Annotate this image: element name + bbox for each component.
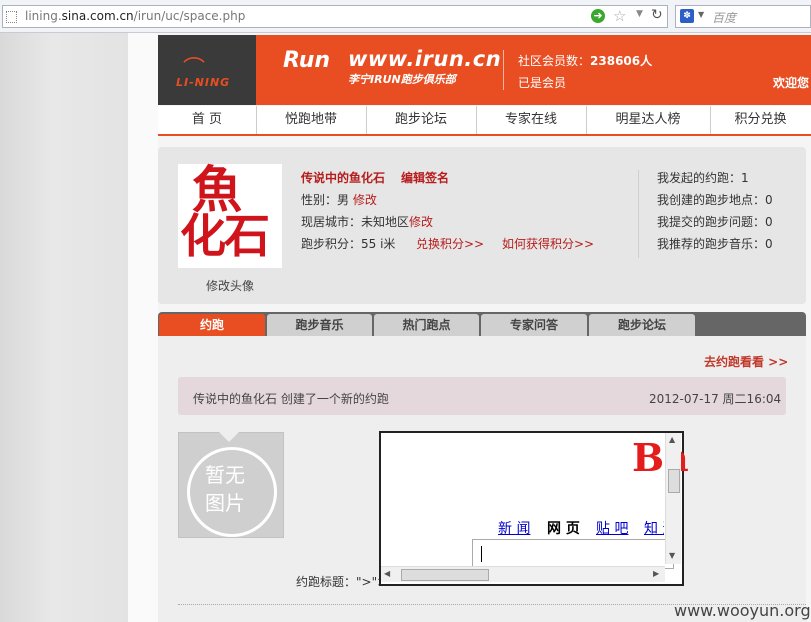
iframe-search-input[interactable] xyxy=(472,539,674,569)
gender-line: 性别：男 修改 xyxy=(301,193,377,207)
no-image-text-2: 图片 xyxy=(205,491,245,515)
stat-places-created[interactable]: 我创建的跑步地点：0 xyxy=(657,191,773,208)
iframe-link-zhidao[interactable]: 知 道 xyxy=(644,518,664,538)
avatar[interactable]: 魚 化石 xyxy=(178,162,282,268)
iframe-link-tieba[interactable]: 贴 吧 xyxy=(596,518,628,538)
no-image-placeholder: 暂无 图片 xyxy=(178,432,284,538)
iframe-link-web[interactable]: 网 页 xyxy=(547,518,580,538)
tab-meet-run[interactable]: 约跑 xyxy=(159,314,265,336)
search-placeholder[interactable]: 百度 xyxy=(712,9,736,26)
stat-music-recommended[interactable]: 我推荐的跑步音乐：0 xyxy=(657,235,773,252)
no-image-text-1: 暂无 xyxy=(205,463,245,487)
nav-experts[interactable]: 专家在线 xyxy=(476,106,587,134)
profile-divider xyxy=(638,170,639,258)
address-bar[interactable]: lining.sina.com.cn/irun/uc/space.php ➜ ☆… xyxy=(2,5,668,28)
nav-points-exchange[interactable]: 积分兑换 xyxy=(710,106,811,134)
main-nav: 首 页 悦跑地带 跑步论坛 专家在线 明星达人榜 积分兑换 xyxy=(158,106,811,136)
url-domain: sina.com.cn xyxy=(61,9,134,23)
score-line: 跑步积分：55 i米 xyxy=(301,237,396,251)
scroll-up-icon[interactable]: ▲ xyxy=(669,435,675,444)
scroll-down-icon[interactable]: ▼ xyxy=(669,551,675,560)
page-background xyxy=(0,33,130,622)
embedded-iframe[interactable]: Ba 新 闻 网 页 贴 吧 知 道 ▲ ▼ ◀ ▶ xyxy=(379,431,689,586)
tab-run-forum[interactable]: 跑步论坛 xyxy=(589,314,695,336)
iframe-horizontal-scrollbar[interactable]: ◀ ▶ xyxy=(381,566,665,582)
iframe-vertical-scrollbar[interactable]: ▲ ▼ xyxy=(665,433,681,564)
city-line: 现居城市：未知地区修改 xyxy=(301,215,434,229)
irun-logo-text[interactable]: Run xyxy=(283,48,330,73)
exchange-points-link[interactable]: 兑换积分>> xyxy=(416,235,484,252)
lining-logo-text: LI-NING xyxy=(176,76,231,89)
tab-expert-qa[interactable]: 专家问答 xyxy=(481,314,587,336)
page-margin xyxy=(128,33,158,622)
iframe-link-news[interactable]: 新 闻 xyxy=(498,518,530,538)
bookmark-star-icon[interactable]: ☆ xyxy=(613,7,626,25)
url-dropdown-icon[interactable]: ▼ xyxy=(636,9,643,19)
tab-run-music[interactable]: 跑步音乐 xyxy=(267,314,372,336)
scroll-left-icon[interactable]: ◀ xyxy=(384,569,390,578)
irun-subtitle: 李宁IRUN跑步俱乐部 xyxy=(348,73,456,86)
stat-runs-initiated[interactable]: 我发起的约跑：1 xyxy=(657,169,749,186)
url-text[interactable]: lining.sina.com.cn/irun/uc/space.php xyxy=(25,9,245,23)
run-title-label: 约跑标题：">"> xyxy=(296,575,388,589)
edit-signature-link[interactable]: 编辑签名 xyxy=(401,169,449,186)
page-icon xyxy=(6,11,17,23)
lining-logo[interactable]: ⌒ LI-NING xyxy=(158,35,256,105)
welcome-text: 欢迎您 xyxy=(773,76,810,90)
activity-time: 2012-07-17 周二16:04 xyxy=(649,392,782,406)
vertical-scroll-thumb[interactable] xyxy=(668,469,680,493)
activity-text: 传说中的鱼化石 创建了一个新的约跑 xyxy=(193,392,389,406)
baidu-paw-icon[interactable]: ✽ xyxy=(680,9,694,23)
avatar-text-bottom: 化石 xyxy=(180,209,270,263)
scroll-right-icon[interactable]: ▶ xyxy=(653,569,659,578)
reload-icon[interactable]: ↻ xyxy=(651,7,663,23)
member-count: 社区会员数：238606人 xyxy=(518,54,653,68)
edit-city-link[interactable]: 修改 xyxy=(409,215,433,229)
go-meet-link[interactable]: 去约跑看看 >> xyxy=(704,353,788,370)
watermark: www.wooyun.org xyxy=(674,601,811,620)
edit-avatar-link[interactable]: 修改头像 xyxy=(206,277,254,294)
tab-hot-spots[interactable]: 热门跑点 xyxy=(374,314,479,336)
text-cursor xyxy=(481,546,482,562)
header-divider xyxy=(503,50,504,90)
how-get-points-link[interactable]: 如何获得积分>> xyxy=(502,235,594,252)
irun-url[interactable]: www.irun.cn xyxy=(348,47,501,71)
stat-questions-submitted[interactable]: 我提交的跑步问题：0 xyxy=(657,213,773,230)
go-arrow-icon[interactable]: ➜ xyxy=(591,9,605,23)
nav-forum[interactable]: 跑步论坛 xyxy=(366,106,477,134)
profile-name[interactable]: 传说中的鱼化石 xyxy=(301,169,385,186)
nav-run-zone[interactable]: 悦跑地带 xyxy=(256,106,367,134)
speech-notch xyxy=(219,432,239,442)
member-status: 已是会员 xyxy=(518,76,567,90)
search-box[interactable]: ✽ ▼ 百度 xyxy=(675,5,811,28)
nav-home[interactable]: 首 页 xyxy=(158,106,257,134)
edit-gender-link[interactable]: 修改 xyxy=(353,193,377,207)
engine-dropdown-icon[interactable]: ▼ xyxy=(698,10,704,19)
nav-star-ranking[interactable]: 明星达人榜 xyxy=(586,106,711,134)
horizontal-scroll-thumb[interactable] xyxy=(401,569,489,581)
